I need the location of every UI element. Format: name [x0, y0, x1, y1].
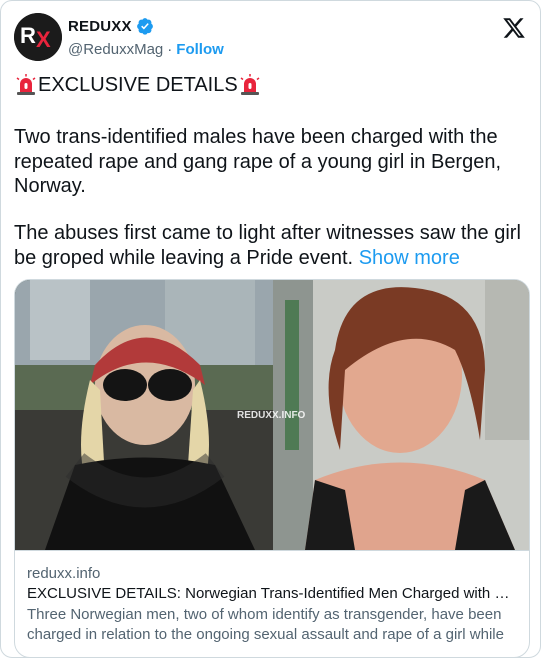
- svg-text:R: R: [20, 23, 36, 48]
- separator-dot: ·: [167, 41, 173, 58]
- headline-text: EXCLUSIVE DETAILS: [38, 73, 238, 96]
- follow-button[interactable]: Follow: [176, 41, 224, 58]
- police-light-icon: [240, 74, 260, 95]
- card-description: Three Norwegian men, two of whom identif…: [27, 606, 504, 643]
- card-watermark: REDUXX.INFO: [237, 410, 306, 421]
- x-logo-icon[interactable]: [502, 16, 526, 40]
- link-preview-card[interactable]: REDUXX.INFO reduxx.info EXCLUSIVE DETAIL…: [14, 279, 530, 658]
- card-meta: reduxx.info EXCLUSIVE DETAILS: Norwegian…: [15, 550, 529, 657]
- handle-row: @ReduxxMag · Follow: [68, 41, 224, 58]
- verified-badge-icon: [136, 18, 153, 35]
- card-image: REDUXX.INFO: [15, 280, 529, 550]
- handle[interactable]: @ReduxxMag: [68, 41, 163, 58]
- card-title: EXCLUSIVE DETAILS: Norwegian Trans-Ident…: [27, 585, 521, 602]
- tweet-paragraph-2: The abuses first came to light after wit…: [14, 221, 534, 270]
- tweet-paragraph-1: Two trans-identified males have been cha…: [14, 126, 502, 197]
- account-name-row: REDUXX: [68, 17, 154, 35]
- tweet-headline: EXCLUSIVE DETAILS: [14, 73, 262, 97]
- police-light-icon: [16, 74, 36, 95]
- reduxx-logo: R X: [14, 13, 62, 61]
- avatar[interactable]: R X: [14, 13, 62, 61]
- show-more-link[interactable]: Show more: [359, 247, 460, 269]
- tweet-card: R X REDUXX @ReduxxMag · Follow EXCLUSIVE…: [0, 0, 541, 658]
- display-name[interactable]: REDUXX: [68, 18, 132, 35]
- card-domain: reduxx.info: [27, 565, 101, 582]
- svg-text:X: X: [36, 27, 51, 52]
